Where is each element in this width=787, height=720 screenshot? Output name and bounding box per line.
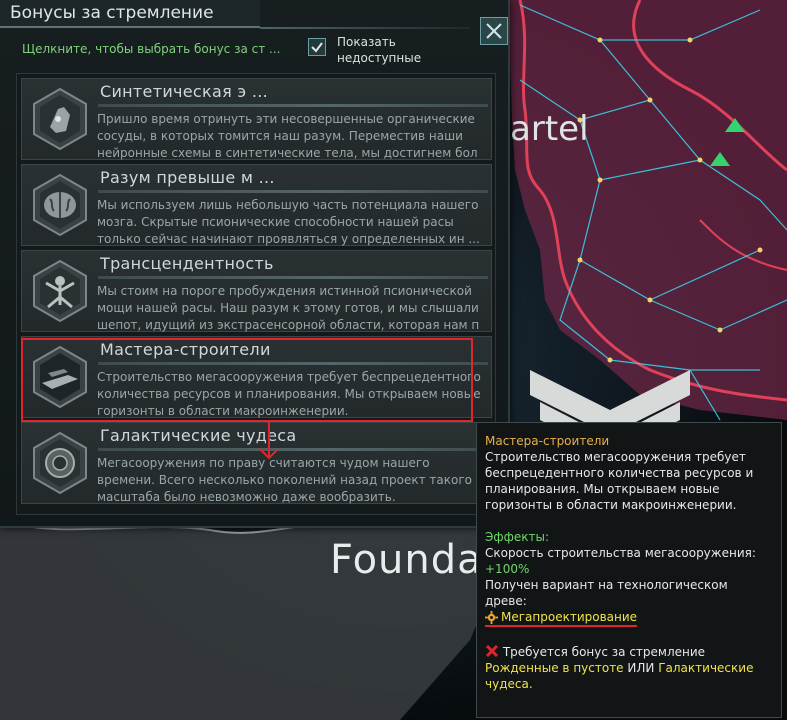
perk-description: Пришло время отринуть эти несовершенные … [97,112,478,160]
perk-title-divider [98,276,488,279]
cross-icon [485,644,499,657]
perk-title: Трансцендентность [100,254,274,273]
perk-title: Мастера-строители [100,340,271,359]
tooltip-effect-2: Получен вариант на технологическом древе… [485,578,728,608]
perk-title-divider [98,448,488,451]
brain-icon [33,173,87,237]
tooltip-effect-1-value: +100% [485,562,530,576]
tooltip-requirement-label: Требуется бонус за стремление [502,644,706,659]
checkmark-icon [311,42,323,53]
ascension-perks-panel: Бонусы за стремление Щелкните, чтобы выб… [0,0,510,528]
panel-title-divider [260,27,470,29]
perk-description: Мы используем лишь небольшую часть потен… [97,198,480,246]
perk-title-divider [98,104,488,107]
synthetic-hand-icon [33,87,87,151]
perk-title-divider [98,362,488,365]
close-button[interactable] [480,17,508,45]
gear-icon [485,610,498,624]
perk-title: Синтетическая э ... [100,82,269,101]
dyson-sphere-icon [33,431,87,495]
perk-description: Строительство мегасооружения требует бес… [97,370,481,418]
perk-title-divider [98,190,488,193]
tooltip-effects-label: Эффекты: [485,530,550,544]
tooltip-description: Строительство мегасооружения требует бес… [485,450,754,512]
tech-name: Мегапроектирование [501,610,638,624]
perk-item-synthetic-evolution[interactable]: Синтетическая э ... Пришло время отринут… [21,78,492,160]
perk-description: Мегасооружения по праву считаются чудом … [97,456,472,504]
perk-tooltip: Мастера-строители Строительство мегасоор… [476,422,782,718]
requirement-or: ИЛИ [627,660,655,675]
show-unavailable-toggle[interactable]: Показать недоступные [308,34,427,66]
perk-item-transcendence[interactable]: Трансцендентность Мы стоим на пороге про… [21,250,492,332]
megastructure-ship-icon [33,345,87,409]
show-unavailable-checkbox[interactable] [308,38,326,56]
panel-hint: Щелкните, чтобы выбрать бонус за ст ... [22,42,281,56]
close-icon [486,23,502,39]
panel-title: Бонусы за стремление [0,0,260,28]
perk-item-mind-over-matter[interactable]: Разум превыше м ... Мы используем лишь н… [21,164,492,246]
tooltip-title: Мастера-строители [485,434,610,448]
perk-item-galactic-wonders[interactable]: Галактические чудеса Мегасооружения по п… [21,422,492,504]
perk-title: Разум превыше м ... [100,168,275,187]
perk-item-master-builders[interactable]: Мастера-строители Строительство мегасоор… [21,336,492,418]
psionic-figure-icon [33,259,87,323]
perk-description: Мы стоим на пороге пробуждения истинной … [97,284,480,332]
tooltip-effect-1: Скорость строительства мегасооружения: [485,546,756,560]
requirement-option-voidborne: Рожденные в пустоте [485,660,624,675]
perk-list[interactable]: Синтетическая э ... Пришло время отринут… [16,73,496,515]
map-label-cartel: artel [510,109,589,149]
red-arrow-annotation [259,422,279,460]
tech-link-megaengineering[interactable]: Мегапроектирование [485,609,638,627]
show-unavailable-label: Показать недоступные [337,35,422,65]
